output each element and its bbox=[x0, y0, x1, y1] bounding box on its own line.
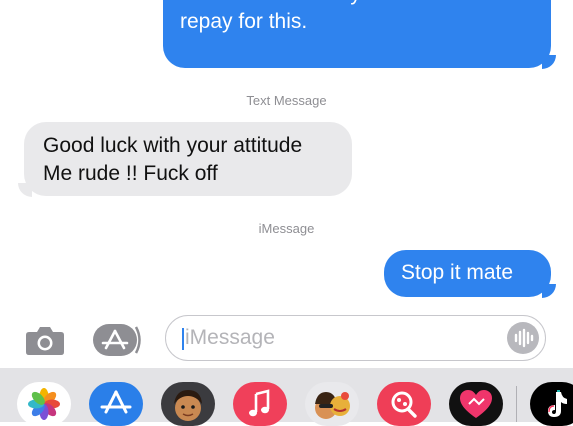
service-label: iMessage bbox=[258, 221, 315, 236]
service-label: Text Message bbox=[246, 93, 327, 108]
app-drawer bbox=[0, 368, 573, 426]
bubble-tail bbox=[542, 55, 556, 69]
tiktok-icon[interactable] bbox=[530, 382, 573, 426]
memoji-icon[interactable] bbox=[161, 382, 215, 426]
camera-icon[interactable] bbox=[25, 324, 65, 356]
photos-icon[interactable] bbox=[17, 382, 71, 426]
digital-touch-icon[interactable] bbox=[449, 382, 503, 426]
waveform-icon[interactable] bbox=[507, 322, 539, 354]
message-text-line: Good luck with your attitude bbox=[43, 134, 303, 157]
music-icon[interactable] bbox=[233, 382, 287, 426]
tray-divider bbox=[516, 386, 517, 422]
message-text-line: Me rude !! Fuck off bbox=[43, 162, 218, 185]
outgoing-message-bubble[interactable]: Stop it mate bbox=[384, 250, 551, 297]
message-text-line: repay for this. bbox=[180, 10, 308, 33]
text-cursor bbox=[182, 328, 184, 350]
outgoing-message-bubble[interactable]: y comes back. I bet you will have to rep… bbox=[163, 0, 551, 68]
app-store-icon[interactable] bbox=[89, 382, 143, 426]
composer-bar: iMessage bbox=[0, 312, 573, 368]
message-text-line: comes back. I bet you will have to bbox=[180, 0, 535, 8]
message-text-line: Stop it mate bbox=[401, 261, 514, 284]
incoming-message-bubble[interactable]: Good luck with your attitude Me rude !! … bbox=[24, 122, 352, 196]
bubble-tail bbox=[18, 183, 32, 197]
bubble-tail bbox=[542, 284, 556, 298]
memoji-stickers-icon[interactable] bbox=[305, 382, 359, 426]
app-store-icon[interactable] bbox=[92, 320, 144, 360]
search-images-icon[interactable] bbox=[377, 382, 431, 426]
message-input-placeholder: iMessage bbox=[185, 326, 275, 349]
message-input[interactable]: iMessage bbox=[165, 315, 546, 361]
